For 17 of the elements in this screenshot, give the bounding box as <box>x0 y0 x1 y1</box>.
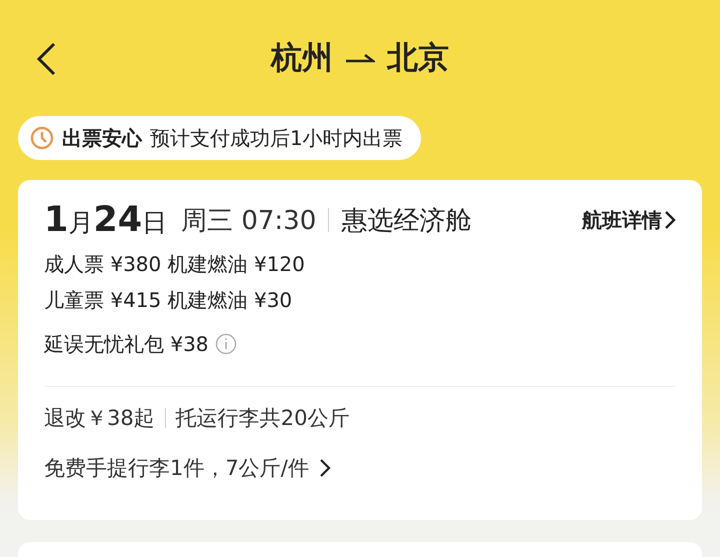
refund-policy: 退改￥38起 <box>44 405 155 432</box>
cabin-class: 惠选经济舱 <box>341 204 472 238</box>
flight-details-link[interactable]: 航班详情 <box>582 206 676 234</box>
notice-text: 预计支付成功后1小时内出票 <box>150 124 403 152</box>
baggage-allowance: 托运行李共20公斤 <box>176 405 350 432</box>
chevron-right-icon <box>664 210 676 230</box>
departure-city: 杭州 <box>271 39 333 78</box>
notice-title: 出票安心 <box>62 124 142 152</box>
info-icon <box>214 333 237 355</box>
arrival-city: 北京 <box>387 39 449 78</box>
carry-on-link[interactable]: 免费手提行李1件，7公斤/件 <box>44 443 331 493</box>
chevron-right-icon <box>318 458 331 478</box>
fare-line: 成人票 ¥380 机建燃油 ¥120 <box>44 251 306 278</box>
departure-time: 周三 07:30 <box>181 204 316 238</box>
fare-line: 儿童票 ¥415 机建燃油 ¥30 <box>44 287 294 314</box>
clock-icon <box>30 126 54 150</box>
addon-price: 延误无忧礼包 ¥38 <box>44 330 209 358</box>
